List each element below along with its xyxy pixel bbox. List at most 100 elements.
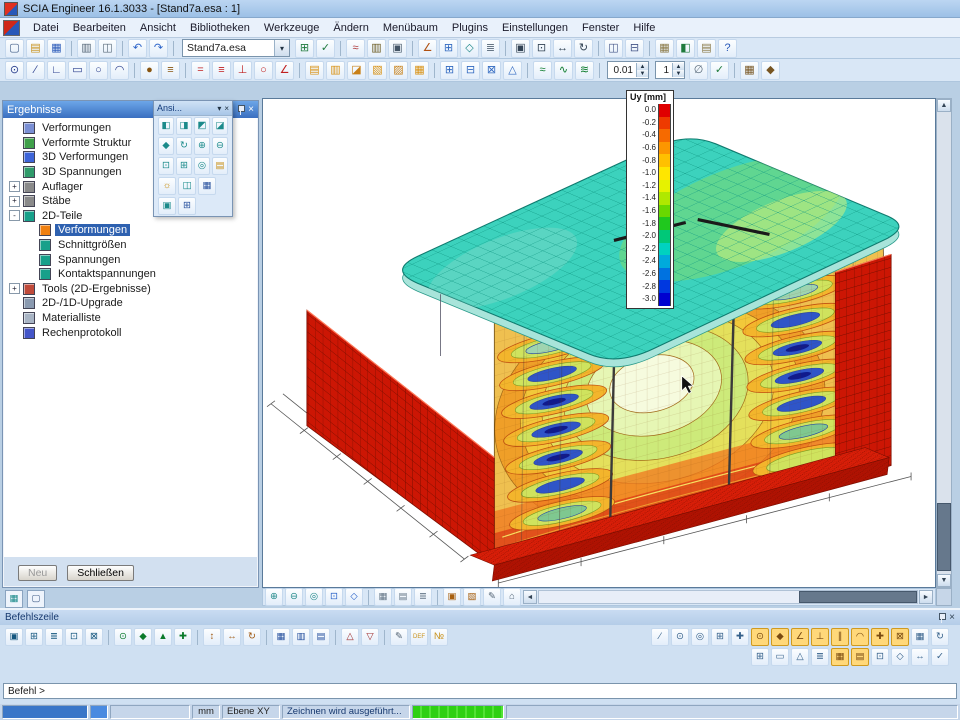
menu-datei[interactable]: Datei: [26, 20, 66, 36]
cmd-clip-icon[interactable]: ⊠: [85, 628, 103, 646]
tab-page-icon[interactable]: ▢: [27, 590, 45, 608]
scale-spinner[interactable]: 0.01 ▲ ▼: [607, 61, 649, 79]
document-icon[interactable]: ▣: [388, 39, 407, 58]
dim-stack-icon[interactable]: ≡: [212, 61, 231, 80]
wave-icon[interactable]: ≈: [533, 61, 552, 80]
snap-node-icon[interactable]: ◆: [134, 628, 152, 646]
command-input[interactable]: Befehl >: [3, 683, 957, 699]
horizontal-scrollbar[interactable]: [538, 590, 918, 604]
view-axo-icon[interactable]: ◆: [158, 137, 174, 155]
zoom-selection-icon[interactable]: ⊡: [325, 588, 343, 606]
tree-item-materialliste[interactable]: Materialliste: [4, 311, 257, 326]
tree-item-verformungen[interactable]: Verformungen: [4, 223, 257, 238]
select-icon[interactable]: ▣: [511, 39, 530, 58]
view-settings-icon[interactable]: ▣: [158, 197, 176, 215]
light-icon[interactable]: ☼: [158, 177, 176, 195]
result-contact-icon[interactable]: ▧: [368, 61, 387, 80]
scroll-left-icon[interactable]: ◄: [523, 590, 537, 604]
clip-box-icon[interactable]: ▣: [443, 588, 461, 606]
calculate-icon[interactable]: ⊞: [295, 39, 314, 58]
scrollbar-thumb[interactable]: [799, 591, 917, 603]
zoom-window-icon[interactable]: ⊡: [532, 39, 551, 58]
pan-icon[interactable]: ↔: [553, 39, 572, 58]
save-project-icon[interactable]: ▦: [47, 39, 66, 58]
snap-mid-icon[interactable]: ⊙: [671, 628, 689, 646]
rectangle-icon[interactable]: ▭: [68, 61, 87, 80]
tree-item-schnittgr-en[interactable]: Schnittgrößen: [4, 238, 257, 253]
expander-icon[interactable]: +: [9, 196, 20, 207]
save-view-icon[interactable]: ▦: [198, 177, 216, 195]
menu-men-baum[interactable]: Menübaum: [376, 20, 445, 36]
tree-item-kontaktspannungen[interactable]: Kontaktspannungen: [4, 267, 257, 282]
scrollbar-thumb[interactable]: [937, 503, 951, 571]
rotate-view-icon[interactable]: ↻: [574, 39, 593, 58]
snap-endpoint-icon[interactable]: ⊙: [751, 628, 769, 646]
menu-ansicht[interactable]: Ansicht: [133, 20, 183, 36]
snap-refresh-icon[interactable]: ↻: [931, 628, 949, 646]
view-back-icon[interactable]: ◨: [176, 117, 192, 135]
vertical-scrollbar[interactable]: ▲ ▼: [936, 98, 952, 588]
print-view-icon[interactable]: ▤: [212, 157, 228, 175]
dim-angle-icon[interactable]: ∠: [275, 61, 294, 80]
help-icon[interactable]: ?: [718, 39, 737, 58]
numbering-icon[interactable]: №: [430, 628, 448, 646]
zoom-all-icon[interactable]: ⊞: [176, 157, 192, 175]
menu-bearbeiten[interactable]: Bearbeiten: [66, 20, 133, 36]
accept-icon[interactable]: ✓: [710, 61, 729, 80]
snap-gridpoint-icon[interactable]: ⊞: [711, 628, 729, 646]
line-icon[interactable]: ∕: [26, 61, 45, 80]
spline-icon[interactable]: ∿: [554, 61, 573, 80]
result-deform-icon[interactable]: ▤: [305, 61, 324, 80]
beams-icon[interactable]: ≡: [161, 61, 180, 80]
close-icon[interactable]: ×: [248, 105, 254, 115]
table-edit-icon[interactable]: ▥: [292, 628, 310, 646]
point-icon[interactable]: ⊙: [5, 61, 24, 80]
close-icon[interactable]: ×: [224, 104, 229, 113]
spin-down-icon[interactable]: ▼: [637, 70, 648, 77]
expander-icon[interactable]: +: [9, 283, 20, 294]
cmd-select-icon[interactable]: ▣: [5, 628, 23, 646]
ucs-icon[interactable]: ◇: [891, 648, 909, 666]
count-spinner-buttons[interactable]: ▲ ▼: [672, 63, 684, 77]
count-spinner[interactable]: 1 ▲ ▼: [655, 61, 685, 79]
snap-ortho-icon[interactable]: ✚: [871, 628, 889, 646]
extend-icon[interactable]: ↔: [911, 648, 929, 666]
cmd-grid-icon[interactable]: ⊞: [25, 628, 43, 646]
view-palette-header[interactable]: Ansi... ▾ ×: [154, 101, 232, 116]
tree-item-2d-1d-upgrade[interactable]: 2D-/1D-Upgrade: [4, 296, 257, 311]
new-project-icon[interactable]: ▢: [5, 39, 24, 58]
zoom-out-icon[interactable]: ⊖: [285, 588, 303, 606]
spin-down-icon[interactable]: ▼: [673, 70, 684, 77]
zoom-in-icon[interactable]: ⊕: [265, 588, 283, 606]
zoom-in-icon[interactable]: ⊕: [194, 137, 210, 155]
workplane-icon[interactable]: ⊡: [871, 648, 889, 666]
move-horizontal-icon[interactable]: ↔: [223, 628, 241, 646]
nodes-icon[interactable]: ●: [140, 61, 159, 80]
snap-lock-icon[interactable]: ⊠: [891, 628, 909, 646]
snap-intersection-icon[interactable]: ✚: [731, 628, 749, 646]
menu-fenster[interactable]: Fenster: [575, 20, 626, 36]
mesh-refine-icon[interactable]: ⊟: [461, 61, 480, 80]
diameter-icon[interactable]: ∅: [689, 61, 708, 80]
pin-icon[interactable]: [237, 105, 244, 115]
plane-uv-icon[interactable]: ▤: [851, 648, 869, 666]
grid-lines-icon[interactable]: ≣: [811, 648, 829, 666]
scroll-right-icon[interactable]: ►: [919, 590, 933, 604]
snap-point-icon[interactable]: ⊙: [114, 628, 132, 646]
coordinates-icon[interactable]: ∠: [418, 39, 437, 58]
view-front-icon[interactable]: ◧: [158, 117, 174, 135]
home-view-icon[interactable]: ⌂: [503, 588, 521, 606]
print-preview-icon[interactable]: ◫: [98, 39, 117, 58]
scroll-down-icon[interactable]: ▼: [937, 574, 951, 587]
table-view-icon[interactable]: ▤: [312, 628, 330, 646]
print-icon[interactable]: ▥: [77, 39, 96, 58]
rotate-cmd-icon[interactable]: ↻: [243, 628, 261, 646]
zoom-window-icon[interactable]: ⊡: [158, 157, 174, 175]
table-input-icon[interactable]: ▦: [272, 628, 290, 646]
circle-icon[interactable]: ○: [89, 61, 108, 80]
snap-line-icon[interactable]: ∕: [651, 628, 669, 646]
arc-icon[interactable]: ◠: [110, 61, 129, 80]
new-window-icon[interactable]: ⊟: [625, 39, 644, 58]
zoom-out-icon[interactable]: ⊖: [212, 137, 228, 155]
mesh-hide-icon[interactable]: ⊠: [482, 61, 501, 80]
